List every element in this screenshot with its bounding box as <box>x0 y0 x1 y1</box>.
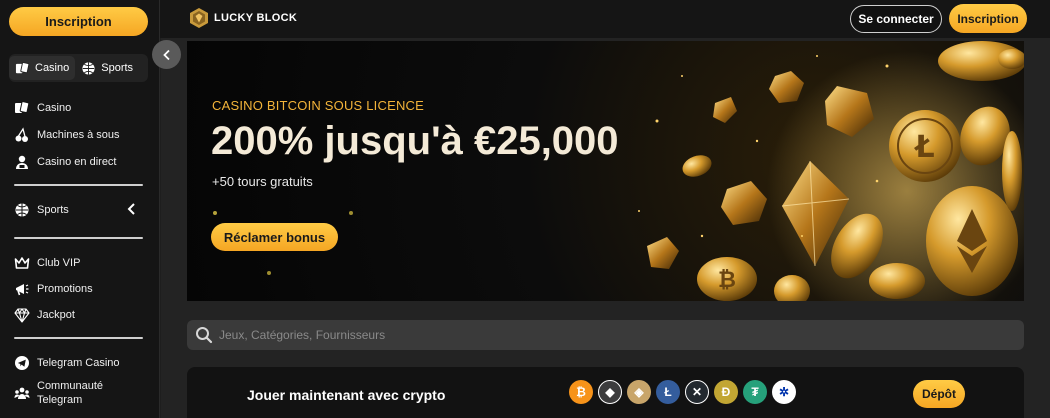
dogecoin-icon: Ð <box>714 380 738 404</box>
sidebar-item-vip-club[interactable]: Club VIP <box>14 255 80 271</box>
lucky-block-coin-icon: ◈ <box>627 380 651 404</box>
megaphone-icon <box>14 281 30 297</box>
crypto-cta-text: Jouer maintenant avec crypto <box>247 387 446 403</box>
crypto-coins-illustration: Ł ₿ <box>638 41 1024 301</box>
sidebar-collapse-button[interactable] <box>152 40 181 69</box>
crown-icon <box>14 255 30 271</box>
sidebar-divider <box>14 337 143 339</box>
promo-banner: Ł ₿ CASINO BITCOIN SOUS LICENCE 200% jus… <box>187 41 1024 301</box>
sidebar-item-label: Promotions <box>37 283 93 295</box>
top-bar: LUCKY BLOCK Se connecter Inscription <box>160 0 1050 38</box>
svg-text:Ł: Ł <box>913 130 934 165</box>
sidebar-item-live-casino[interactable]: Casino en direct <box>14 154 117 170</box>
ball-icon <box>14 202 30 218</box>
login-button[interactable]: Se connecter <box>850 5 942 33</box>
crypto-bar: Jouer maintenant avec crypto ₿ ◆ ◈ Ł ✕ Ð ₮ ✲ Dé… <box>187 367 1024 418</box>
switch-tab-sports[interactable]: Sports <box>75 56 139 80</box>
xrp-icon: ✕ <box>685 380 709 404</box>
sidebar-item-label: Telegram Casino <box>37 357 120 369</box>
switch-tab-casino-label: Casino <box>35 62 70 74</box>
cards-icon <box>14 100 30 116</box>
sidebar-item-sports[interactable]: Sports <box>14 202 69 218</box>
sidebar-item-label: Machines à sous <box>37 129 120 141</box>
deposit-button[interactable]: Dépôt <box>913 380 965 408</box>
sidebar-item-telegram-community[interactable]: Communauté Telegram <box>14 379 117 407</box>
logo-text: LUCKY BLOCK <box>214 12 298 24</box>
svg-text:₿: ₿ <box>718 268 736 293</box>
search-input[interactable] <box>219 328 999 342</box>
search-bar <box>187 320 1024 350</box>
banner-title: 200% jusqu'à €25,000 <box>211 119 619 163</box>
banner-subtitle: CASINO BITCOIN SOUS LICENCE <box>212 98 424 113</box>
chevron-left-icon[interactable] <box>126 202 138 216</box>
sidebar-item-label: Sports <box>37 204 69 216</box>
sidebar-item-label: Casino <box>37 102 72 114</box>
tether-icon: ₮ <box>743 380 767 404</box>
sidebar: Inscription Casino Sports Casino Machine… <box>0 0 160 418</box>
sidebar-divider <box>14 237 143 239</box>
chevron-left-icon <box>162 49 170 60</box>
sidebar-item-casino[interactable]: Casino <box>14 100 71 116</box>
live-dealer-icon <box>14 154 30 170</box>
search-icon <box>196 327 213 344</box>
sidebar-item-label: Jackpot <box>37 309 75 321</box>
community-icon <box>14 385 30 401</box>
sidebar-item-label: Casino en direct <box>37 156 117 168</box>
cards-icon <box>15 61 30 76</box>
switch-tab-sports-label: Sports <box>101 62 134 74</box>
sidebar-item-label: Club VIP <box>37 257 81 269</box>
sparkle-dot <box>349 211 353 215</box>
sidebar-item-promotions[interactable]: Promotions <box>14 281 93 297</box>
header-signup-button[interactable]: Inscription <box>949 4 1027 33</box>
cardano-icon: ✲ <box>772 380 796 404</box>
page: Inscription Casino Sports Casino Machine… <box>0 0 1050 418</box>
crypto-coins-list: ₿ ◆ ◈ Ł ✕ Ð ₮ ✲ <box>569 380 796 404</box>
banner-free-spins: +50 tours gratuits <box>212 174 313 189</box>
cherries-icon <box>14 127 30 143</box>
lucky-block-logo-icon <box>190 8 208 28</box>
sidebar-item-jackpot[interactable]: Jackpot <box>14 307 75 323</box>
litecoin-icon: Ł <box>656 380 680 404</box>
switch-tab-casino[interactable]: Casino <box>9 56 76 80</box>
sidebar-divider <box>14 184 143 186</box>
logo[interactable]: LUCKY BLOCK <box>189 7 297 29</box>
telegram-icon <box>14 355 30 371</box>
ball-icon <box>81 61 96 76</box>
diamond-icon <box>14 307 30 323</box>
sparkle-dot <box>213 211 217 215</box>
sidebar-signup-button[interactable]: Inscription <box>9 7 148 36</box>
sparkle-dot <box>267 271 271 275</box>
sidebar-item-telegram-casino[interactable]: Telegram Casino <box>14 355 120 371</box>
sidebar-item-slots[interactable]: Machines à sous <box>14 127 120 143</box>
ethereum-icon: ◆ <box>598 380 622 404</box>
claim-bonus-button[interactable]: Réclamer bonus <box>211 223 338 251</box>
bitcoin-icon: ₿ <box>569 380 593 404</box>
sidebar-item-label: Communauté Telegram <box>37 380 104 406</box>
casino-sports-switch: Casino Sports <box>9 54 148 82</box>
